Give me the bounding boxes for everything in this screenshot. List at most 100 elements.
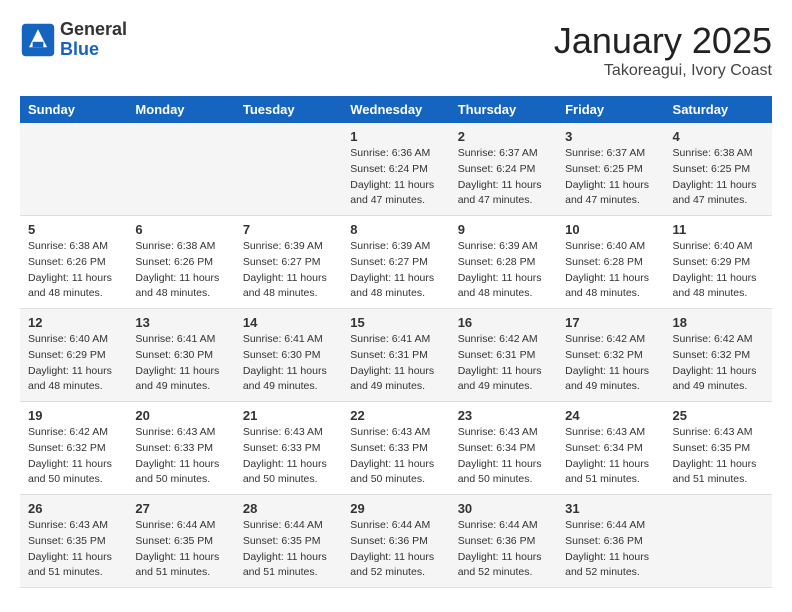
day-number: 3 (565, 129, 656, 144)
calendar-cell: 5Sunrise: 6:38 AM Sunset: 6:26 PM Daylig… (20, 216, 127, 309)
calendar-cell: 6Sunrise: 6:38 AM Sunset: 6:26 PM Daylig… (127, 216, 234, 309)
day-info: Sunrise: 6:43 AM Sunset: 6:33 PM Dayligh… (135, 425, 226, 488)
weekday-header: Wednesday (342, 96, 449, 123)
calendar-cell: 22Sunrise: 6:43 AM Sunset: 6:33 PM Dayli… (342, 402, 449, 495)
calendar-cell (127, 123, 234, 216)
day-number: 24 (565, 408, 656, 423)
day-number: 19 (28, 408, 119, 423)
calendar-cell: 11Sunrise: 6:40 AM Sunset: 6:29 PM Dayli… (665, 216, 772, 309)
calendar-cell: 2 Sunrise: 6:37 AM Sunset: 6:24 PM Daylig… (450, 123, 557, 216)
day-info: Sunrise: 6:36 AM Sunset: 6:24 PM Dayligh… (350, 146, 441, 209)
day-info: Sunrise: 6:38 AM Sunset: 6:25 PM Dayligh… (673, 146, 764, 209)
day-number: 29 (350, 501, 441, 516)
day-info: Sunrise: 6:37 AM Sunset: 6:24 PM Dayligh… (458, 146, 549, 209)
day-info: Sunrise: 6:39 AM Sunset: 6:27 PM Dayligh… (350, 239, 441, 302)
day-info: Sunrise: 6:44 AM Sunset: 6:35 PM Dayligh… (243, 518, 334, 581)
calendar-cell: 24Sunrise: 6:43 AM Sunset: 6:34 PM Dayli… (557, 402, 664, 495)
calendar-cell: 30 Sunrise: 6:44 AM Sunset: 6:36 PM Dayli… (450, 495, 557, 588)
day-number: 16 (458, 315, 549, 330)
day-info: Sunrise: 6:44 AM Sunset: 6:35 PM Dayligh… (135, 518, 226, 581)
day-number: 13 (135, 315, 226, 330)
calendar-cell: 27 Sunrise: 6:44 AM Sunset: 6:35 PM Dayli… (127, 495, 234, 588)
day-info: Sunrise: 6:40 AM Sunset: 6:28 PM Dayligh… (565, 239, 656, 302)
calendar-cell: 20 Sunrise: 6:43 AM Sunset: 6:33 PM Dayli… (127, 402, 234, 495)
calendar-cell: 9 Sunrise: 6:39 AM Sunset: 6:28 PM Daylig… (450, 216, 557, 309)
calendar-table: SundayMondayTuesdayWednesdayThursdayFrid… (20, 96, 772, 588)
day-info: Sunrise: 6:39 AM Sunset: 6:28 PM Dayligh… (458, 239, 549, 302)
calendar-cell: 23 Sunrise: 6:43 AM Sunset: 6:34 PM Dayli… (450, 402, 557, 495)
calendar-cell: 12Sunrise: 6:40 AM Sunset: 6:29 PM Dayli… (20, 309, 127, 402)
title-block: January 2025 Takoreagui, Ivory Coast (554, 20, 772, 80)
day-info: Sunrise: 6:44 AM Sunset: 6:36 PM Dayligh… (565, 518, 656, 581)
day-info: Sunrise: 6:38 AM Sunset: 6:26 PM Dayligh… (28, 239, 119, 302)
calendar-week-row: 5Sunrise: 6:38 AM Sunset: 6:26 PM Daylig… (20, 216, 772, 309)
calendar-cell: 17Sunrise: 6:42 AM Sunset: 6:32 PM Dayli… (557, 309, 664, 402)
day-info: Sunrise: 6:39 AM Sunset: 6:27 PM Dayligh… (243, 239, 334, 302)
calendar-cell: 10Sunrise: 6:40 AM Sunset: 6:28 PM Dayli… (557, 216, 664, 309)
day-number: 20 (135, 408, 226, 423)
day-info: Sunrise: 6:44 AM Sunset: 6:36 PM Dayligh… (458, 518, 549, 581)
day-info: Sunrise: 6:43 AM Sunset: 6:35 PM Dayligh… (28, 518, 119, 581)
header: General Blue January 2025 Takoreagui, Iv… (20, 20, 772, 80)
day-info: Sunrise: 6:43 AM Sunset: 6:34 PM Dayligh… (458, 425, 549, 488)
weekday-header: Friday (557, 96, 664, 123)
day-number: 8 (350, 222, 441, 237)
day-number: 23 (458, 408, 549, 423)
day-info: Sunrise: 6:41 AM Sunset: 6:31 PM Dayligh… (350, 332, 441, 395)
calendar-cell: 14 Sunrise: 6:41 AM Sunset: 6:30 PM Dayli… (235, 309, 342, 402)
day-info: Sunrise: 6:41 AM Sunset: 6:30 PM Dayligh… (135, 332, 226, 395)
calendar-cell: 3 Sunrise: 6:37 AM Sunset: 6:25 PM Daylig… (557, 123, 664, 216)
day-info: Sunrise: 6:44 AM Sunset: 6:36 PM Dayligh… (350, 518, 441, 581)
day-info: Sunrise: 6:41 AM Sunset: 6:30 PM Dayligh… (243, 332, 334, 395)
calendar-cell: 18Sunrise: 6:42 AM Sunset: 6:32 PM Dayli… (665, 309, 772, 402)
location-title: Takoreagui, Ivory Coast (554, 62, 772, 80)
day-number: 31 (565, 501, 656, 516)
day-number: 28 (243, 501, 334, 516)
calendar-cell: 16 Sunrise: 6:42 AM Sunset: 6:31 PM Dayli… (450, 309, 557, 402)
day-number: 30 (458, 501, 549, 516)
month-title: January 2025 (554, 20, 772, 62)
day-number: 9 (458, 222, 549, 237)
day-number: 2 (458, 129, 549, 144)
day-info: Sunrise: 6:42 AM Sunset: 6:32 PM Dayligh… (28, 425, 119, 488)
calendar-cell: 8 Sunrise: 6:39 AM Sunset: 6:27 PM Daylig… (342, 216, 449, 309)
day-info: Sunrise: 6:40 AM Sunset: 6:29 PM Dayligh… (28, 332, 119, 395)
calendar-cell: 26 Sunrise: 6:43 AM Sunset: 6:35 PM Dayli… (20, 495, 127, 588)
page: General Blue January 2025 Takoreagui, Iv… (0, 0, 792, 608)
day-number: 27 (135, 501, 226, 516)
calendar-cell: 29 Sunrise: 6:44 AM Sunset: 6:36 PM Dayli… (342, 495, 449, 588)
calendar-cell: 31 Sunrise: 6:44 AM Sunset: 6:36 PM Dayli… (557, 495, 664, 588)
logo-icon (20, 22, 56, 58)
day-number: 22 (350, 408, 441, 423)
weekday-header: Thursday (450, 96, 557, 123)
weekday-header: Tuesday (235, 96, 342, 123)
calendar-cell: 4Sunrise: 6:38 AM Sunset: 6:25 PM Daylig… (665, 123, 772, 216)
calendar-cell (235, 123, 342, 216)
calendar-cell: 15 Sunrise: 6:41 AM Sunset: 6:31 PM Dayli… (342, 309, 449, 402)
weekday-header: Sunday (20, 96, 127, 123)
logo-text: General Blue (60, 20, 127, 60)
day-number: 17 (565, 315, 656, 330)
day-number: 26 (28, 501, 119, 516)
weekday-header: Saturday (665, 96, 772, 123)
calendar-week-row: 26 Sunrise: 6:43 AM Sunset: 6:35 PM Dayli… (20, 495, 772, 588)
day-number: 1 (350, 129, 441, 144)
day-info: Sunrise: 6:42 AM Sunset: 6:32 PM Dayligh… (673, 332, 764, 395)
calendar-week-row: 12Sunrise: 6:40 AM Sunset: 6:29 PM Dayli… (20, 309, 772, 402)
day-info: Sunrise: 6:42 AM Sunset: 6:31 PM Dayligh… (458, 332, 549, 395)
logo: General Blue (20, 20, 127, 60)
day-number: 25 (673, 408, 764, 423)
day-number: 15 (350, 315, 441, 330)
logo-general-text: General (60, 20, 127, 40)
day-info: Sunrise: 6:43 AM Sunset: 6:35 PM Dayligh… (673, 425, 764, 488)
day-number: 14 (243, 315, 334, 330)
day-number: 6 (135, 222, 226, 237)
calendar-cell (665, 495, 772, 588)
calendar-cell: 7 Sunrise: 6:39 AM Sunset: 6:27 PM Daylig… (235, 216, 342, 309)
calendar-week-row: 1 Sunrise: 6:36 AM Sunset: 6:24 PM Daylig… (20, 123, 772, 216)
day-info: Sunrise: 6:43 AM Sunset: 6:33 PM Dayligh… (243, 425, 334, 488)
day-info: Sunrise: 6:40 AM Sunset: 6:29 PM Dayligh… (673, 239, 764, 302)
calendar-cell: 19 Sunrise: 6:42 AM Sunset: 6:32 PM Dayli… (20, 402, 127, 495)
day-number: 7 (243, 222, 334, 237)
day-info: Sunrise: 6:37 AM Sunset: 6:25 PM Dayligh… (565, 146, 656, 209)
